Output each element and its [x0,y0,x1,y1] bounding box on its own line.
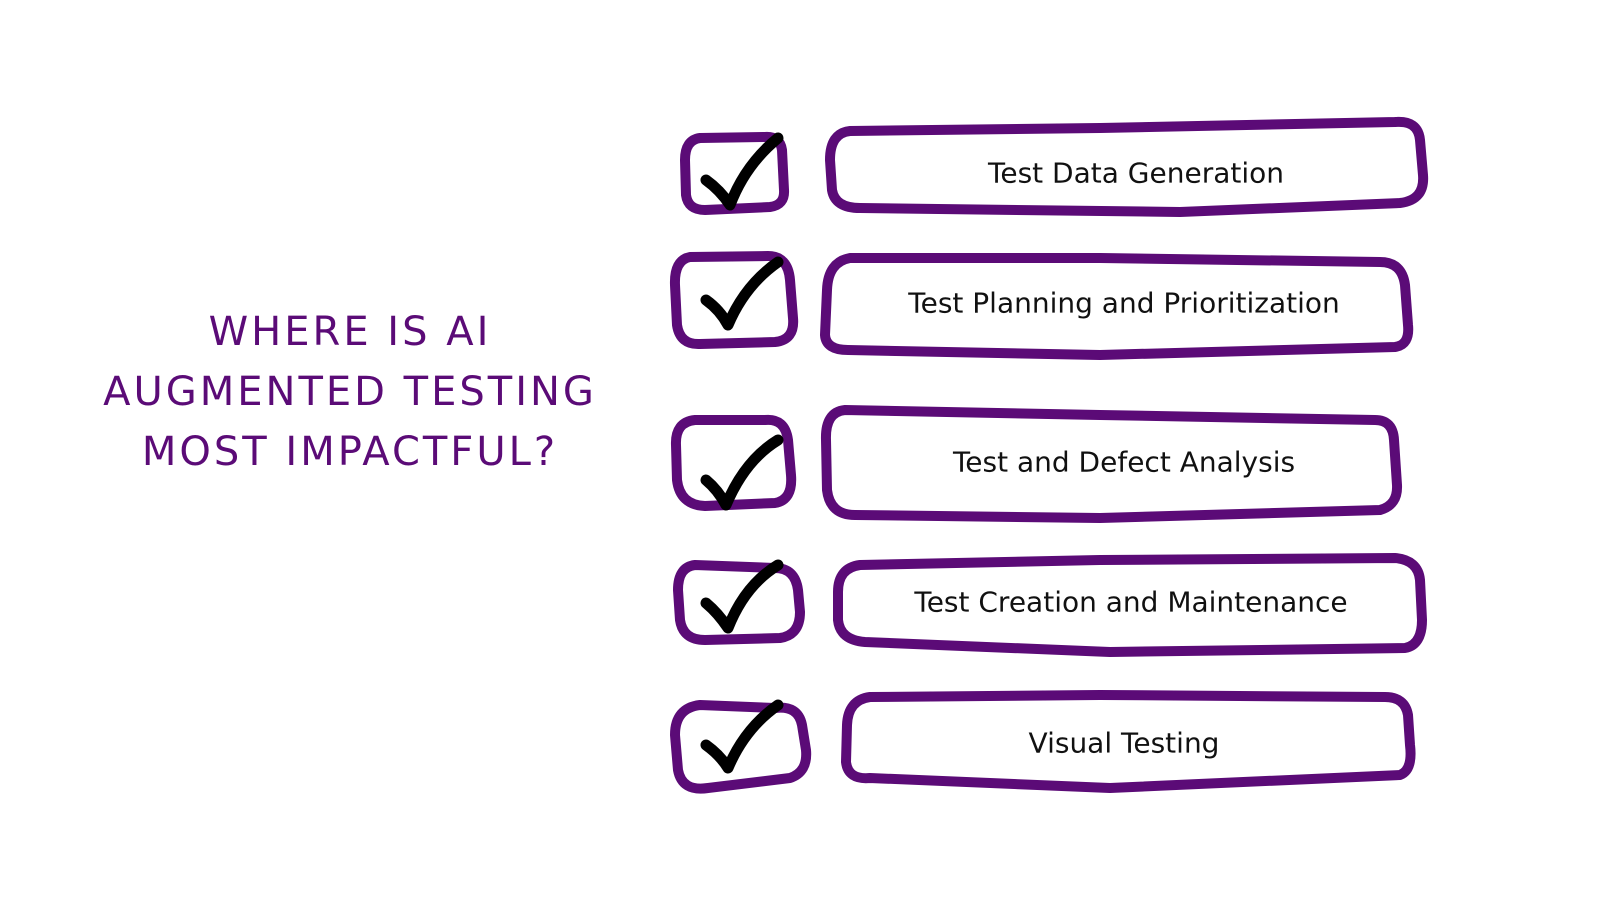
checkmark-icon [700,559,784,634]
checklist-item-label: Test Data Generation [988,156,1284,190]
checklist-item-label: Visual Testing [1028,726,1220,760]
checklist-art [669,116,1429,794]
checklist-item-label: Test Planning and Prioritization [908,286,1340,320]
checkmark-icon [700,434,784,511]
checkmark-icon [700,132,784,211]
checklist-item-label: Test and Defect Analysis [952,445,1296,479]
checkmark-icon [700,699,784,774]
checkmark-icon [700,256,784,331]
checklist-item-label: Test Creation and Maintenance [914,585,1348,619]
